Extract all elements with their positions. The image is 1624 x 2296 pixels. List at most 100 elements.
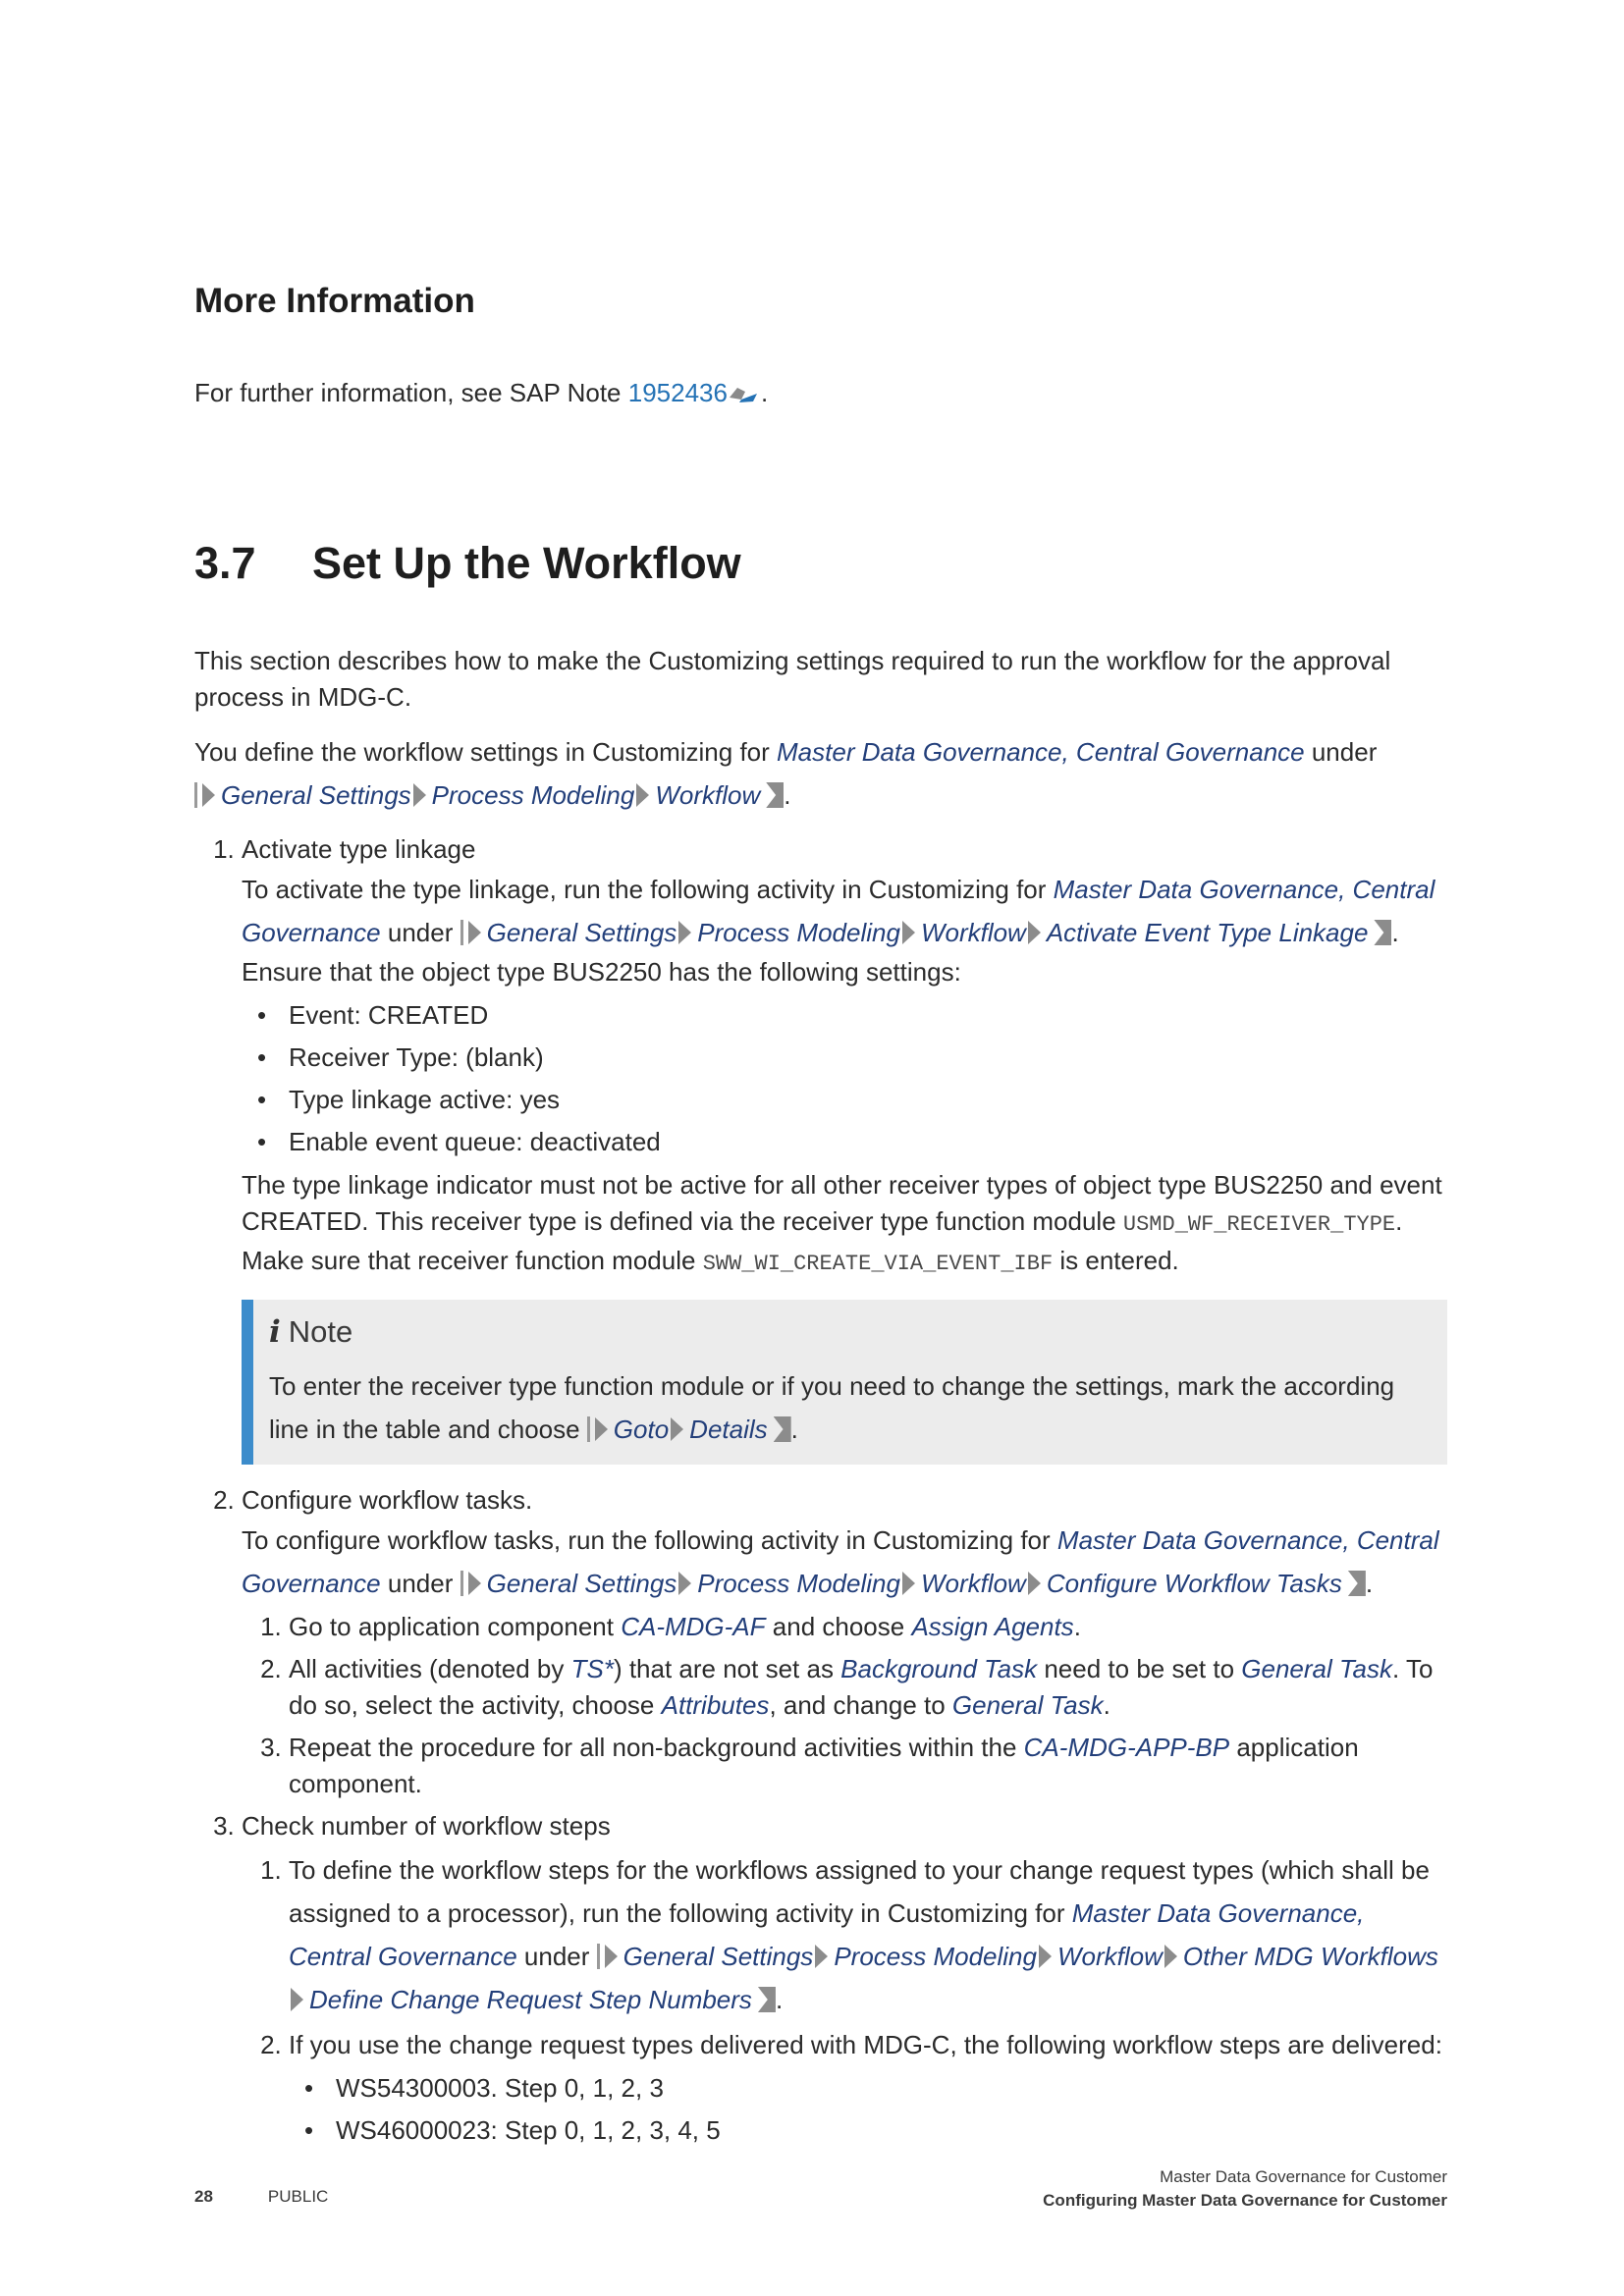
path-arrow-icon [1164, 1945, 1177, 1968]
path-details[interactable]: Details [689, 1415, 767, 1444]
path-start-icon [596, 1944, 600, 1969]
note-body: To enter the receiver type function modu… [269, 1371, 1395, 1444]
substep-text: ) that are not set as [613, 1654, 841, 1683]
list-item: Type linkage active: yes [257, 1079, 1447, 1121]
instruction-text: To configure workflow tasks, run the fol… [242, 1525, 1057, 1555]
path-general-settings[interactable]: General Settings [487, 1569, 677, 1598]
more-information-lead: For further information, see SAP Note [194, 378, 628, 407]
path-start-icon [460, 920, 463, 945]
step-check-workflow-steps: Check number of workflow steps To define… [242, 1808, 1447, 2152]
define-text: You define the workflow settings in Cust… [194, 737, 778, 767]
path-process-modeling[interactable]: Process Modeling [834, 1942, 1037, 1971]
footer-doc-title: Master Data Governance for Customer [1160, 2167, 1447, 2186]
section-define-paragraph: You define the workflow settings in Cust… [194, 737, 1378, 810]
path-configure-workflow-tasks[interactable]: Configure Workflow Tasks [1047, 1569, 1342, 1598]
function-module-receiver-type: USMD_WF_RECEIVER_TYPE [1122, 1212, 1396, 1237]
define-area-link[interactable]: Master Data Governance, Central Governan… [777, 737, 1305, 767]
path-end-icon [757, 1987, 776, 2012]
step-instruction: To configure workflow tasks, run the fol… [242, 1525, 1439, 1598]
path-arrow-icon [901, 921, 915, 944]
path-arrow-icon [467, 921, 481, 944]
path-arrow-icon [636, 783, 650, 807]
path-arrow-icon [467, 1572, 481, 1595]
list-item: Event: CREATED [257, 994, 1447, 1037]
path-arrow-icon [202, 783, 215, 807]
path-arrow-icon [291, 1988, 303, 2011]
instruction-text: To activate the type linkage, run the fo… [242, 875, 1054, 904]
substep-delivered-steps: If you use the change request types deli… [289, 2027, 1447, 2152]
info-icon: i [269, 1314, 281, 1350]
section-content: This section describes how to make the C… [194, 643, 1447, 2158]
footer-chapter-title: Configuring Master Data Governance for C… [1043, 2191, 1447, 2210]
path-arrow-icon [671, 1417, 684, 1441]
path-workflow[interactable]: Workflow [655, 780, 760, 810]
component-ca-mdg-app-bp[interactable]: CA-MDG-APP-BP [1024, 1733, 1229, 1762]
path-arrow-icon [678, 1572, 692, 1595]
assign-agents-link[interactable]: Assign Agents [911, 1612, 1073, 1641]
footer-left: 28 PUBLIC [194, 2187, 328, 2207]
sap-note-link[interactable]: 1952436 [628, 378, 728, 407]
path-workflow[interactable]: Workflow [921, 918, 1026, 947]
step-instruction: To activate the type linkage, run the fo… [242, 875, 1435, 947]
path-arrow-icon [412, 783, 426, 807]
function-module-create-via-event: SWW_WI_CREATE_VIA_EVENT_IBF [702, 1252, 1054, 1276]
path-arrow-icon [678, 921, 692, 944]
setup-steps-list: Activate type linkage To activate the ty… [194, 831, 1447, 2152]
more-information-end: . [760, 378, 769, 407]
path-process-modeling[interactable]: Process Modeling [697, 918, 900, 947]
under-text: under [380, 1569, 460, 1598]
path-workflow[interactable]: Workflow [1057, 1942, 1163, 1971]
check-substeps: To define the workflow steps for the wor… [242, 1848, 1447, 2152]
step-title: Configure workflow tasks. [242, 1485, 533, 1515]
note-title: i Note [269, 1313, 1422, 1351]
make-sure-text: Make sure that receiver function module [242, 1246, 703, 1275]
path-define-change-request-step-numbers[interactable]: Define Change Request Step Numbers [309, 1985, 752, 2014]
path-general-settings[interactable]: General Settings [221, 780, 411, 810]
step-configure-workflow-tasks: Configure workflow tasks. To configure w… [242, 1482, 1447, 1802]
path-goto[interactable]: Goto [614, 1415, 669, 1444]
substep-general-task: All activities (denoted by TS*) that are… [289, 1651, 1447, 1724]
step-title: Activate type linkage [242, 834, 476, 864]
sap-note-icon[interactable] [728, 384, 761, 403]
substep-text: need to be set to [1037, 1654, 1242, 1683]
path-other-mdg-workflows[interactable]: Other MDG Workflows [1183, 1942, 1438, 1971]
path-arrow-icon [901, 1572, 915, 1595]
path-activate-event-type-linkage[interactable]: Activate Event Type Linkage [1047, 918, 1369, 947]
background-task-term: Background Task [840, 1654, 1038, 1683]
path-start-icon [586, 1416, 590, 1442]
more-information-heading: More Information [194, 282, 475, 320]
path-workflow[interactable]: Workflow [921, 1569, 1026, 1598]
ensure-text: Ensure that the object type BUS2250 has … [242, 957, 961, 987]
under-text: under [516, 1942, 597, 1971]
classification-label: PUBLIC [267, 2187, 329, 2206]
substep-assign-agents: Go to application component CA-MDG-AF an… [289, 1609, 1447, 1645]
attributes-term: Attributes [661, 1690, 770, 1720]
section-heading: 3.7 Set Up the Workflow [194, 538, 741, 589]
path-start-icon [194, 782, 197, 808]
path-process-modeling[interactable]: Process Modeling [432, 780, 635, 810]
settings-list: Event: CREATED Receiver Type: (blank) Ty… [242, 994, 1447, 1163]
path-general-settings[interactable]: General Settings [487, 918, 677, 947]
note-text: To enter the receiver type function modu… [269, 1371, 1395, 1444]
configure-substeps: Go to application component CA-MDG-AF an… [242, 1609, 1447, 1802]
general-task-term: General Task [1241, 1654, 1392, 1683]
substep-text: Repeat the procedure for all non-backgro… [289, 1733, 1024, 1762]
path-arrow-icon [815, 1945, 829, 1968]
list-item: WS46000023: Step 0, 1, 2, 3, 4, 5 [304, 2109, 1447, 2152]
path-arrow-icon [1038, 1945, 1052, 1968]
component-ca-mdg-af[interactable]: CA-MDG-AF [621, 1612, 765, 1641]
path-arrow-icon [594, 1417, 608, 1441]
path-arrow-icon [1027, 1572, 1041, 1595]
substep-repeat: Repeat the procedure for all non-backgro… [289, 1730, 1447, 1802]
section-title: Set Up the Workflow [312, 538, 741, 588]
path-end-icon [773, 1416, 791, 1442]
path-process-modeling[interactable]: Process Modeling [697, 1569, 900, 1598]
section-intro: This section describes how to make the C… [194, 646, 1391, 712]
path-general-settings[interactable]: General Settings [623, 1942, 814, 1971]
note-box: i Note To enter the receiver type functio… [242, 1300, 1447, 1465]
note-title-text: Note [288, 1314, 353, 1349]
substep-text: If you use the change request types deli… [289, 2030, 1442, 2059]
substep-text: Go to application component [289, 1612, 622, 1641]
path-end-icon [1374, 920, 1392, 945]
path-start-icon [460, 1571, 463, 1596]
